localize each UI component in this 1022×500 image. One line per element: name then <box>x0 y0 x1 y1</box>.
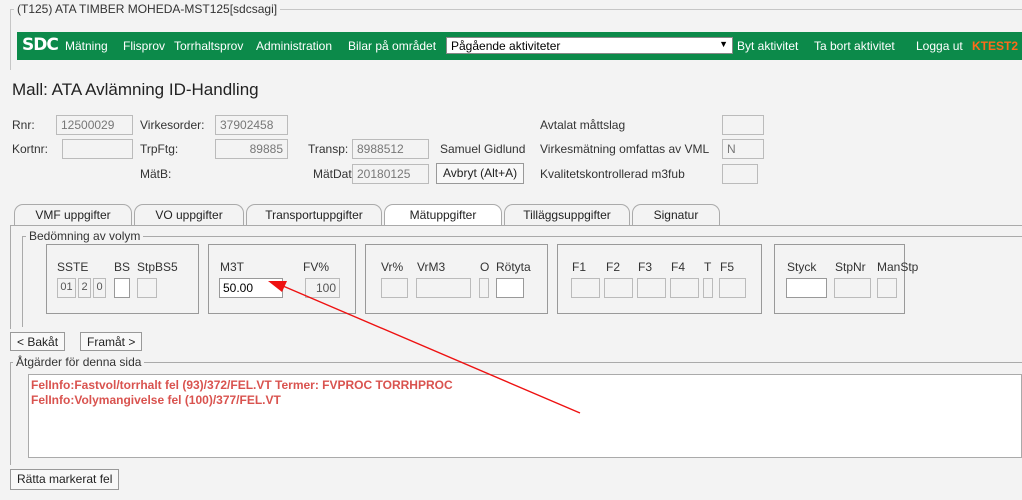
o-field[interactable] <box>479 278 489 298</box>
matdat-label: MätDat <box>313 167 352 181</box>
vml-label: Virkesmätning omfattas av VML <box>540 142 710 156</box>
fv-field[interactable]: 100 <box>305 278 340 298</box>
bs-field[interactable] <box>114 278 130 298</box>
nav-flisprov[interactable]: Flisprov <box>123 39 165 53</box>
virkesorder-field[interactable]: 37902458 <box>215 115 288 135</box>
chevron-down-icon: ▼ <box>719 39 728 49</box>
virkesorder-label: Virkesorder: <box>140 118 205 132</box>
vrm3-field[interactable] <box>416 278 471 298</box>
activity-select[interactable]: Pågående aktiviteter ▼ <box>446 37 733 54</box>
f2-label: F2 <box>606 260 621 274</box>
transp-label: Transp: <box>308 142 349 156</box>
user-badge: KTEST2 <box>972 39 1019 53</box>
sste-field-3[interactable]: 0 <box>93 278 106 298</box>
kortnr-field[interactable] <box>62 139 133 159</box>
m3t-label: M3T <box>220 260 244 274</box>
page-title: Mall: ATA Avlämning ID-Handling <box>12 80 259 99</box>
f3-field[interactable] <box>637 278 666 298</box>
nav-ta-bort-aktivitet[interactable]: Ta bort aktivitet <box>814 39 895 53</box>
stpnr-label: StpNr <box>835 260 866 274</box>
t-label: T <box>704 260 712 274</box>
manstp-field[interactable] <box>877 278 897 298</box>
tab-tillaggsuppgifter[interactable]: Tilläggsuppgifter <box>504 204 630 225</box>
back-button[interactable]: < Bakåt <box>10 332 66 351</box>
kval-field[interactable] <box>722 164 758 184</box>
fv-label: FV% <box>303 260 330 274</box>
nav-byt-aktivitet[interactable]: Byt aktivitet <box>737 39 798 53</box>
nav-torrhaltsprov[interactable]: Torrhaltsprov <box>174 39 243 53</box>
tab-transportuppgifter[interactable]: Transportuppgifter <box>246 204 382 225</box>
vr-label: Vr% <box>381 260 404 274</box>
kval-label: Kvalitetskontrollerad m3fub <box>540 167 685 181</box>
o-label: O <box>480 260 490 274</box>
window-title: (T125) ATA TIMBER MOHEDA-MST125[sdcsagi] <box>14 2 281 16</box>
rnr-label: Rnr: <box>12 118 35 132</box>
nav-matning[interactable]: Mätning <box>65 39 108 53</box>
stpnr-field[interactable] <box>834 278 871 298</box>
f1-field[interactable] <box>571 278 600 298</box>
avtalat-label: Avtalat måttslag <box>540 118 626 132</box>
message-list[interactable]: FelInfo:Fastvol/torrhalt fel (93)/372/FE… <box>28 374 1022 458</box>
nav-logga-ut[interactable]: Logga ut <box>916 39 963 53</box>
f3-label: F3 <box>638 260 653 274</box>
tab-vmf-uppgifter[interactable]: VMF uppgifter <box>14 204 132 225</box>
sdc-logo: SDC <box>22 35 59 55</box>
vml-field[interactable]: N <box>722 139 764 159</box>
tab-vo-uppgifter[interactable]: VO uppgifter <box>134 204 244 225</box>
m3t-field[interactable]: 50.00 <box>219 278 283 298</box>
t-field[interactable] <box>703 278 713 298</box>
fix-error-button[interactable]: Rätta markerat fel <box>10 469 120 490</box>
styck-label: Styck <box>787 260 817 274</box>
f1-label: F1 <box>572 260 587 274</box>
tab-matuppgifter[interactable]: Mätuppgifter <box>384 204 502 226</box>
activity-select-value: Pågående aktiviteter <box>451 39 561 53</box>
matb-label: MätB: <box>140 167 172 181</box>
tab-signatur[interactable]: Signatur <box>632 204 720 225</box>
f5-field[interactable] <box>719 278 746 298</box>
avtalat-field[interactable] <box>722 115 764 135</box>
error-message-2[interactable]: FelInfo:Volymangivelse fel (100)/377/FEL… <box>31 393 281 407</box>
sste-label: SSTE <box>57 260 89 274</box>
f4-field[interactable] <box>670 278 699 298</box>
actions-group-title: Åtgärder för denna sida <box>13 355 145 369</box>
f4-label: F4 <box>671 260 686 274</box>
rotyta-label: Rötyta <box>496 260 531 274</box>
error-message-1[interactable]: FelInfo:Fastvol/torrhalt fel (93)/372/FE… <box>31 378 453 392</box>
rnr-field[interactable]: 12500029 <box>56 115 133 135</box>
trpftg-label: TrpFtg: <box>140 142 179 156</box>
vrm3-label: VrM3 <box>417 260 446 274</box>
styck-field[interactable] <box>786 278 827 298</box>
vr-field[interactable] <box>381 278 408 298</box>
sste-field-2[interactable]: 2 <box>78 278 91 298</box>
bs-label: BS <box>114 260 131 274</box>
f5-label: F5 <box>720 260 735 274</box>
f2-field[interactable] <box>604 278 633 298</box>
driver-name: Samuel Gidlund <box>440 142 526 156</box>
nav-administration[interactable]: Administration <box>256 39 332 53</box>
manstp-label: ManStp <box>877 260 919 274</box>
forward-button[interactable]: Framåt > <box>80 332 143 351</box>
rotyta-field[interactable] <box>496 278 524 298</box>
stpbs5-field[interactable] <box>137 278 157 298</box>
transp-field[interactable]: 8988512 <box>352 139 429 159</box>
matdat-field[interactable]: 20180125 <box>352 164 429 184</box>
stpbs5-label: StpBS5 <box>137 260 178 274</box>
nav-bilar[interactable]: Bilar på området <box>348 39 436 53</box>
kortnr-label: Kortnr: <box>12 142 49 156</box>
trpftg-field[interactable]: 89885 <box>215 139 288 159</box>
volume-group-title: Bedömning av volym <box>26 229 144 243</box>
sste-field-1[interactable]: 01 <box>57 278 76 298</box>
navbar: SDC Mätning Flisprov Torrhaltsprov Admin… <box>17 32 1022 60</box>
abort-button[interactable]: Avbryt (Alt+A) <box>436 163 525 184</box>
